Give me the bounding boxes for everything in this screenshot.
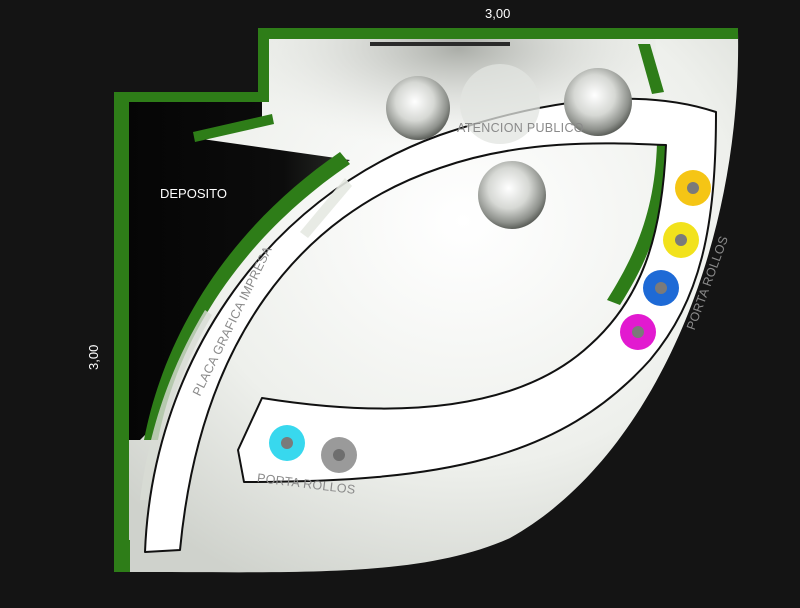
wall-bottom-left — [114, 540, 130, 572]
dimension-left: 3,00 — [86, 344, 101, 370]
floor-plan: 3,00 3,00 DEPOSITO ATENCION PUBLICO PLAC… — [0, 0, 800, 603]
roll-gray-core — [333, 449, 345, 461]
window-strip — [370, 42, 510, 46]
wall-top — [258, 28, 738, 39]
roll-blue-core — [655, 282, 667, 294]
wall-top-left-vertical — [258, 28, 269, 100]
floor-plan-svg — [114, 28, 739, 573]
wall-left — [114, 92, 129, 572]
stool-4 — [478, 161, 546, 229]
atencion-publico-label: ATENCION PUBLICO — [457, 121, 584, 135]
roll-cyan-core — [281, 437, 293, 449]
deposito-label: DEPOSITO — [160, 186, 227, 201]
wall-deposito-top — [114, 92, 269, 102]
roll-yellow-orange-core — [687, 182, 699, 194]
roll-magenta-core — [632, 326, 644, 338]
roll-yellow-core — [675, 234, 687, 246]
dimension-top: 3,00 — [485, 6, 511, 21]
stool-1 — [386, 76, 450, 140]
